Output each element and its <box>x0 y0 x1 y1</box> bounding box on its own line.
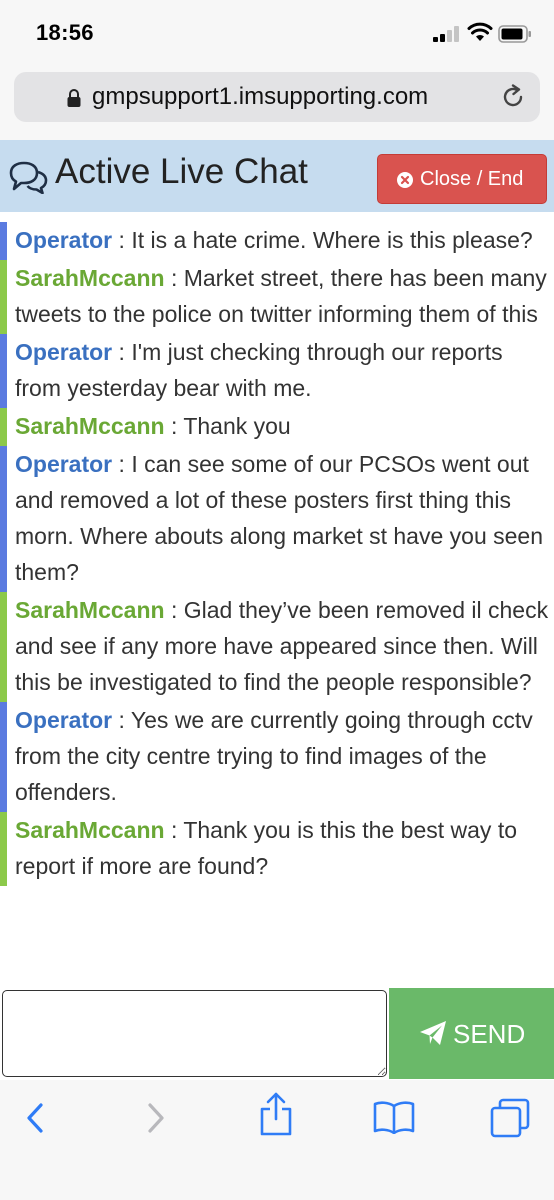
url-text: gmpsupport1.imsupporting.com <box>92 83 429 110</box>
chat-message: Operator : I'm just checking through our… <box>0 334 554 408</box>
message-sender: SarahMccann <box>15 597 165 623</box>
close-circle-icon <box>397 172 413 188</box>
chat-message: Operator : It is a hate crime. Where is … <box>0 222 554 260</box>
cellular-signal-icon <box>433 26 459 42</box>
chat-message: SarahMccann : Thank you <box>0 408 554 446</box>
chat-message: Operator : I can see some of our PCSOs w… <box>0 446 554 592</box>
message-text: It is a hate crime. Where is this please… <box>131 227 533 253</box>
chat-bubbles-icon <box>9 161 48 194</box>
browser-toolbar <box>0 1080 554 1200</box>
bookmarks-icon[interactable] <box>373 1100 415 1134</box>
message-input[interactable] <box>2 990 387 1077</box>
status-bar: 18:56 <box>0 0 554 66</box>
close-end-label: Close / End <box>420 168 524 190</box>
close-end-button[interactable]: Close / End <box>377 154 547 204</box>
message-sender: Operator <box>15 451 113 477</box>
chat-message: SarahMccann : Thank you is this the best… <box>0 812 554 886</box>
tabs-icon[interactable] <box>490 1098 530 1138</box>
message-sender: SarahMccann <box>15 817 165 843</box>
chat-message: SarahMccann : Market street, there has b… <box>0 260 554 334</box>
share-icon[interactable] <box>258 1092 294 1136</box>
chat-messages: Operator : It is a hate crime. Where is … <box>0 222 554 886</box>
send-button[interactable]: SEND <box>389 988 554 1079</box>
send-label: SEND <box>453 1019 526 1049</box>
message-sender: Operator <box>15 339 113 365</box>
address-bar[interactable]: gmpsupport1.imsupporting.com <box>14 72 540 122</box>
chat-title: Active Live Chat <box>55 152 308 191</box>
battery-icon <box>498 25 531 43</box>
forward-icon[interactable] <box>145 1102 167 1134</box>
chat-header: Active Live Chat Close / End <box>0 140 554 212</box>
message-sender: Operator <box>15 227 113 253</box>
status-time: 18:56 <box>36 20 94 45</box>
message-sender: SarahMccann <box>15 413 165 439</box>
chat-message: Operator : Yes we are currently going th… <box>0 702 554 812</box>
chat-message: SarahMccann : Glad they’ve been removed … <box>0 592 554 702</box>
wifi-icon <box>467 22 493 41</box>
message-text: Thank you <box>183 413 291 439</box>
message-sender: Operator <box>15 707 113 733</box>
message-sender: SarahMccann <box>15 265 165 291</box>
browser-address-area: gmpsupport1.imsupporting.com <box>0 66 554 140</box>
compose-area: SEND <box>0 988 554 1080</box>
reload-icon[interactable] <box>500 84 526 110</box>
back-icon[interactable] <box>24 1102 46 1134</box>
lock-icon <box>67 89 81 107</box>
paper-plane-icon <box>420 1021 446 1045</box>
